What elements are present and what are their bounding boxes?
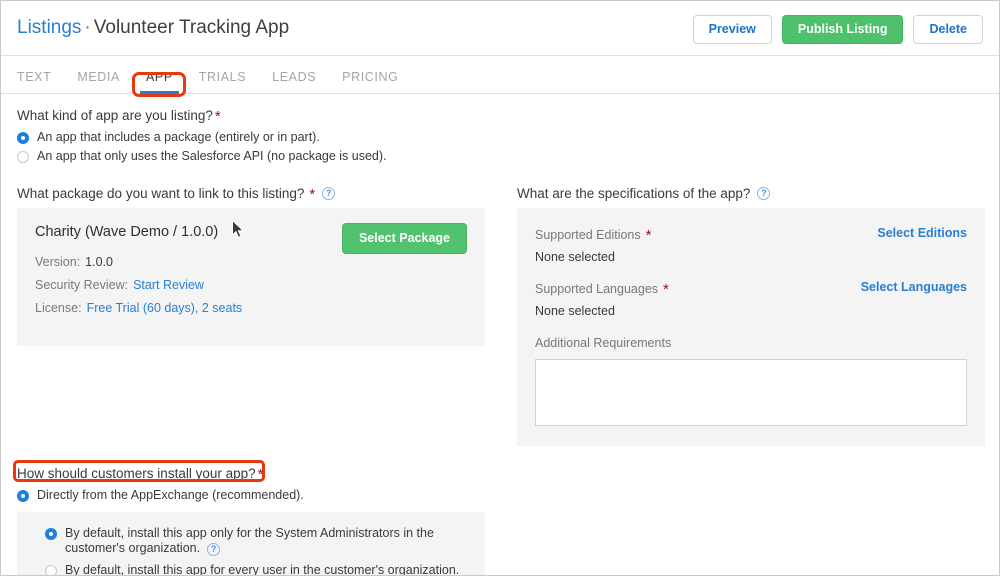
package-security-review-row: Security Review: Start Review [35,278,467,292]
package-license-row: License: Free Trial (60 days), 2 seats [35,301,467,315]
appexchange-listing-app-tab: Listings · Volunteer Tracking App Preview … [0,0,1000,576]
specifications-card: Supported Editions * Select Editions None… [517,208,985,446]
select-package-wrapper: Select Package [341,223,467,254]
specifications-column: What are the specifications of the app? … [517,186,985,446]
delete-button[interactable]: Delete [913,15,983,44]
listing-name: Volunteer Tracking App [93,17,290,38]
install-option-appexchange-label: Directly from the AppExchange (recommend… [37,488,304,502]
app-kind-question-text: What kind of app are you listing? [17,108,213,123]
question-mark-circle-icon[interactable]: ? [207,543,221,556]
package-question: What package do you want to link to this… [17,186,485,203]
package-version-value: 1.0.0 [85,255,113,269]
start-review-link[interactable]: Start Review [133,278,204,292]
additional-requirements-row: Additional Requirements [535,334,967,352]
supported-editions-value: None selected [535,250,615,264]
main-content: What kind of app are you listing? * An ap… [1,94,999,576]
app-kind-option-package[interactable]: An app that includes a package (entirely… [17,130,983,145]
breadcrumb-separator: · [84,17,91,38]
supported-languages-label: Supported Languages [535,282,659,296]
package-license-link[interactable]: Free Trial (60 days), 2 seats [87,301,243,315]
question-mark-circle-icon[interactable]: ? [757,187,771,200]
supported-editions-label: Supported Editions [535,228,641,242]
two-column-area: What package do you want to link to this… [17,186,985,446]
install-question-text: How should customers install your app? [17,466,256,481]
required-asterisk: * [645,227,652,244]
supported-languages-row: Supported Languages * Select Languages [535,280,967,298]
radio-icon[interactable] [17,132,29,144]
tab-bar: TEXT MEDIA APP TRIALS LEADS PRICING [1,56,999,94]
install-sub-option-admins[interactable]: By default, install this app only for th… [45,526,467,556]
app-kind-option-package-label: An app that includes a package (entirely… [37,130,320,144]
radio-icon[interactable] [45,528,57,540]
install-sub-option-admins-label: By default, install this app only for th… [65,526,467,556]
specs-question: What are the specifications of the app? … [517,186,985,201]
preview-button[interactable]: Preview [692,15,772,44]
required-asterisk: * [257,466,264,483]
install-sub-option-all-users-label: By default, install this app for every u… [65,563,460,576]
package-column: What package do you want to link to this… [17,186,485,446]
package-question-text: What package do you want to link to this… [17,186,305,201]
question-mark-circle-icon[interactable]: ? [322,187,336,200]
package-security-review-key: Security Review: [35,278,129,292]
required-asterisk: * [214,108,221,125]
package-version-key: Version: [35,255,81,269]
required-asterisk: * [309,186,316,203]
specs-question-text: What are the specifications of the app? [517,186,751,201]
tab-trials[interactable]: TRIALS [199,70,246,93]
page-title: Listings · Volunteer Tracking App [17,17,289,39]
app-kind-option-api[interactable]: An app that only uses the Salesforce API… [17,149,983,164]
app-kind-option-api-label: An app that only uses the Salesforce API… [37,149,387,163]
app-kind-question: What kind of app are you listing? * [17,108,983,125]
package-license-key: License: [35,301,82,315]
radio-icon[interactable] [45,565,57,575]
select-languages-link[interactable]: Select Languages [861,280,967,294]
header-actions: Preview Publish Listing Delete [692,15,983,44]
tab-media[interactable]: MEDIA [77,70,120,93]
install-default-visibility-panel: By default, install this app only for th… [17,512,485,576]
additional-requirements-input[interactable] [535,359,967,426]
install-question: How should customers install your app? * [17,466,485,483]
required-asterisk: * [663,281,669,298]
install-section: How should customers install your app? * … [13,460,485,576]
tab-pricing[interactable]: PRICING [342,70,398,93]
breadcrumb-listings-link[interactable]: Listings [17,17,81,38]
select-editions-link[interactable]: Select Editions [877,226,967,240]
supported-editions-row: Supported Editions * Select Editions [535,226,967,244]
package-version-row: Version: 1.0.0 [35,255,467,269]
column-gap [485,186,517,446]
install-option-appexchange[interactable]: Directly from the AppExchange (recommend… [17,488,485,503]
supported-languages-value: None selected [535,304,615,318]
tab-text[interactable]: TEXT [17,70,51,93]
page-header: Listings · Volunteer Tracking App Preview … [1,1,999,56]
tab-app[interactable]: APP [139,70,179,94]
tab-leads[interactable]: LEADS [272,70,316,93]
additional-requirements-label: Additional Requirements [535,336,672,350]
select-package-button[interactable]: Select Package [341,223,467,254]
radio-icon[interactable] [17,151,29,163]
install-sub-option-admins-text: By default, install this app only for th… [65,526,434,555]
install-sub-option-all-users[interactable]: By default, install this app for every u… [45,563,467,576]
linked-package-card: Charity (Wave Demo / 1.0.0) Version: 1.0.… [17,208,485,346]
publish-listing-button[interactable]: Publish Listing [781,15,904,44]
radio-icon[interactable] [17,490,29,502]
